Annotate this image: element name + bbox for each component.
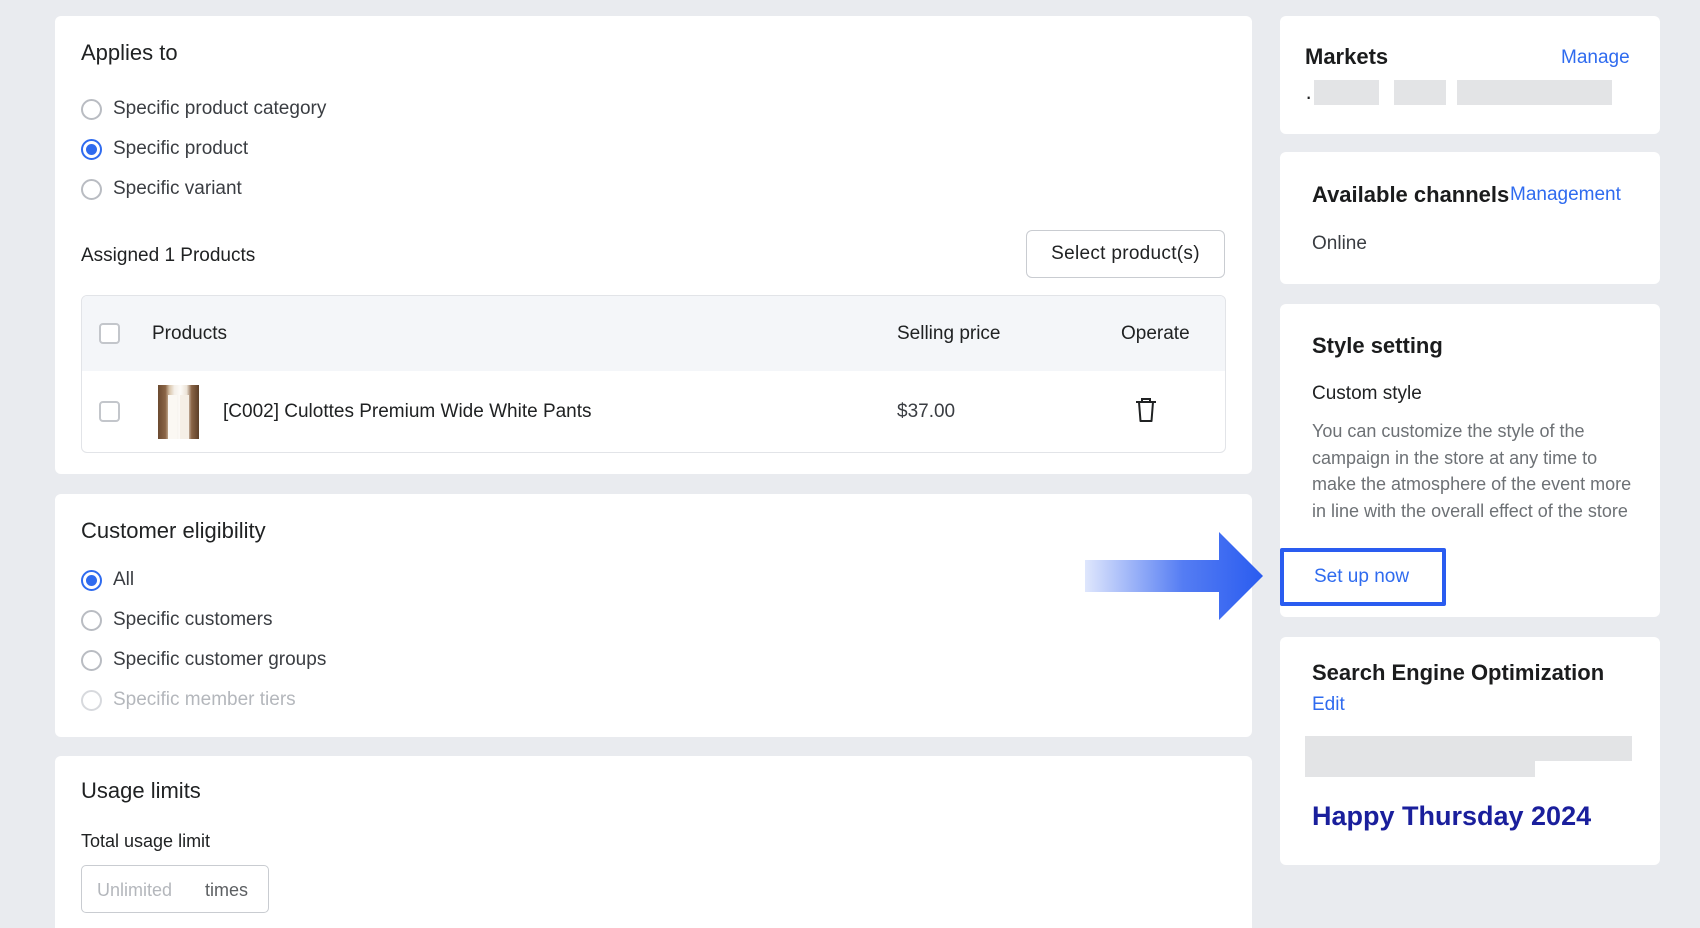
option-product-category[interactable]: Specific product category (81, 98, 326, 120)
markets-redacted (1457, 80, 1612, 105)
total-usage-limit-input[interactable]: Unlimited (97, 880, 172, 901)
applies-to-title: Applies to (81, 40, 178, 65)
option-specific-product[interactable]: Specific product (81, 138, 248, 160)
radio-all[interactable] (81, 569, 102, 591)
seo-card: Search Engine Optimization Edit Happy Th… (1280, 637, 1660, 865)
option-specific-member-tiers: Specific member tiers (81, 689, 296, 711)
row-checkbox[interactable] (99, 401, 120, 422)
option-label: Specific product category (113, 98, 327, 119)
option-all[interactable]: All (81, 569, 134, 591)
radio-specific-member-tiers (81, 689, 102, 711)
option-specific-customer-groups[interactable]: Specific customer groups (81, 649, 326, 671)
usage-limits-card: Usage limits Total usage limit Unlimited… (55, 756, 1252, 928)
option-label: Specific product (113, 138, 249, 159)
customer-eligibility-title: Customer eligibility (81, 518, 266, 543)
table-row: [C002] Culottes Premium Wide White Pants… (82, 371, 1225, 452)
markets-manage-link[interactable]: Manage (1561, 47, 1630, 69)
custom-style-label: Custom style (1312, 383, 1422, 404)
option-label: Specific customer groups (113, 649, 327, 670)
option-label: Specific customers (113, 609, 273, 630)
markets-bullet: · (1305, 84, 1313, 109)
table-header: Products Selling price Operate (82, 296, 1225, 371)
radio-specific-product[interactable] (81, 138, 102, 160)
style-setting-title: Style setting (1312, 333, 1443, 358)
total-usage-limit-field[interactable]: Unlimited times (81, 865, 269, 913)
markets-redacted (1314, 80, 1379, 105)
option-label: Specific member tiers (113, 689, 296, 710)
assigned-products-label: Assigned 1 Products (81, 245, 256, 266)
select-products-button[interactable]: Select product(s) (1026, 230, 1225, 278)
applies-to-card: Applies to Specific product category Spe… (55, 16, 1252, 474)
delete-icon[interactable] (1134, 397, 1158, 423)
radio-specific-variant[interactable] (81, 178, 102, 200)
header-selling-price: Selling price (897, 323, 1001, 344)
pointer-arrow-icon (1085, 532, 1265, 620)
markets-title: Markets (1305, 44, 1389, 69)
custom-style-description: You can customize the style of the campa… (1312, 421, 1632, 521)
channel-online: Online (1312, 233, 1367, 254)
markets-redacted (1394, 80, 1446, 105)
header-operate: Operate (1121, 323, 1190, 344)
available-channels-title: Available channels (1312, 182, 1510, 207)
times-suffix: times (205, 880, 249, 900)
radio-specific-customers[interactable] (81, 609, 102, 631)
option-specific-customers[interactable]: Specific customers (81, 609, 272, 631)
total-usage-limit-label: Total usage limit (81, 831, 211, 851)
radio-specific-customer-groups[interactable] (81, 649, 102, 671)
seo-redacted (1305, 736, 1632, 761)
option-label: All (113, 569, 135, 590)
product-thumbnail (158, 385, 199, 439)
header-products: Products (152, 323, 227, 344)
product-name[interactable]: [C002] Culottes Premium Wide White Pants (223, 401, 592, 423)
radio-product-category[interactable] (81, 98, 102, 120)
customer-eligibility-card: Customer eligibility All Specific custom… (55, 494, 1252, 737)
select-all-checkbox[interactable] (99, 323, 120, 344)
product-price: $37.00 (897, 401, 956, 422)
markets-card: Markets Manage · (1280, 16, 1660, 134)
option-specific-variant[interactable]: Specific variant (81, 178, 242, 200)
products-table: Products Selling price Operate [C002] Cu… (81, 295, 1226, 453)
channels-management-link[interactable]: Management (1510, 184, 1621, 206)
option-label: Specific variant (113, 178, 242, 199)
seo-edit-link[interactable]: Edit (1312, 694, 1345, 716)
seo-headline: Happy Thursday 2024 (1312, 801, 1592, 831)
highlight-box (1280, 548, 1446, 606)
seo-redacted (1305, 761, 1535, 777)
available-channels-card: Available channels Management Online (1280, 152, 1660, 284)
seo-title: Search Engine Optimization (1312, 660, 1605, 685)
usage-limits-title: Usage limits (81, 778, 201, 803)
